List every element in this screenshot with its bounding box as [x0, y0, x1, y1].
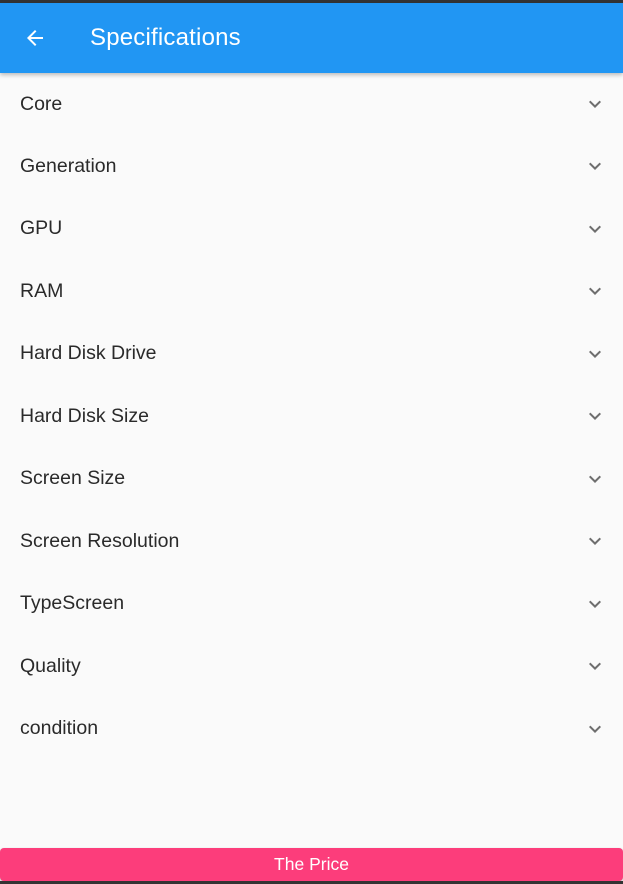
back-button[interactable]	[11, 14, 59, 62]
spec-item-label: Hard Disk Size	[20, 404, 149, 427]
spec-item-screen-resolution[interactable]: Screen Resolution	[0, 510, 623, 573]
spec-item-label: Hard Disk Drive	[20, 342, 157, 365]
spec-item-label: Screen Size	[20, 467, 126, 490]
spec-item-label: RAM	[20, 279, 64, 302]
spec-item-label: Generation	[20, 154, 117, 177]
chevron-down-icon	[583, 154, 607, 178]
spec-item-screen-size[interactable]: Screen Size	[0, 448, 623, 511]
spec-item-gpu[interactable]: GPU	[0, 198, 623, 261]
chevron-down-icon	[583, 529, 607, 553]
chevron-down-icon	[583, 92, 607, 116]
spec-item-label: Quality	[20, 654, 81, 677]
chevron-down-icon	[583, 592, 607, 616]
spec-item-quality[interactable]: Quality	[0, 635, 623, 698]
spec-item-typescreen[interactable]: TypeScreen	[0, 573, 623, 636]
arrow-left-icon	[27, 30, 43, 46]
chevron-down-icon	[583, 217, 607, 241]
chevron-down-icon	[583, 279, 607, 303]
chevron-down-icon	[583, 467, 607, 491]
chevron-down-icon	[583, 717, 607, 741]
spec-item-label: Core	[20, 92, 63, 115]
spec-item-label: TypeScreen	[20, 592, 125, 615]
spec-item-label: Screen Resolution	[20, 529, 180, 552]
spec-item-generation[interactable]: Generation	[0, 135, 623, 198]
spec-item-hard-disk-drive[interactable]: Hard Disk Drive	[0, 323, 623, 386]
page-title: Specifications	[90, 24, 241, 51]
spec-item-condition[interactable]: condition	[0, 698, 623, 761]
spec-list: Core Generation GPU RAM Hard Disk Drive …	[0, 73, 623, 760]
the-price-button[interactable]: The Price	[0, 848, 623, 881]
spec-item-hard-disk-size[interactable]: Hard Disk Size	[0, 385, 623, 448]
chevron-down-icon	[583, 342, 607, 366]
spec-item-label: GPU	[20, 217, 63, 240]
spec-item-core[interactable]: Core	[0, 73, 623, 135]
app-bar: Specifications	[0, 3, 623, 73]
specifications-screen: Specifications Core Generation GPU RAM H…	[0, 0, 623, 884]
spec-item-label: condition	[20, 717, 99, 740]
spec-item-ram[interactable]: RAM	[0, 260, 623, 323]
chevron-down-icon	[583, 654, 607, 678]
chevron-down-icon	[583, 404, 607, 428]
